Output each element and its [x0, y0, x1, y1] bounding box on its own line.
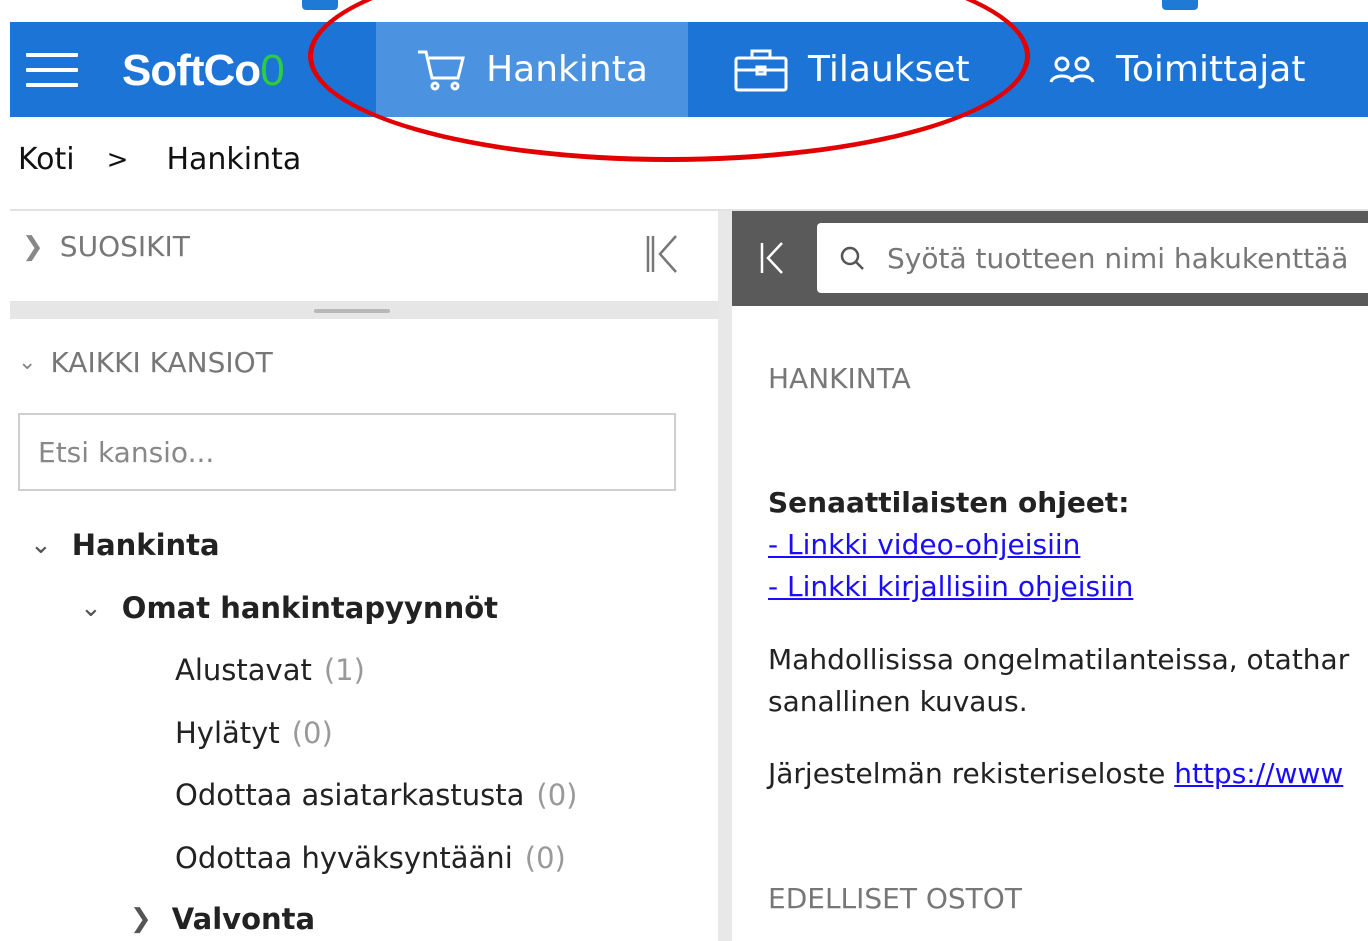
panel-splitter[interactable] — [718, 211, 732, 941]
tree-item-label: Omat hankintapyynnöt — [121, 591, 499, 625]
tree-item-odottaa-asiatarkastusta[interactable]: Odottaa asiatarkastusta (0) — [175, 778, 578, 812]
product-search-placeholder: Syötä tuotteen nimi hakukenttää — [887, 241, 1349, 275]
tree-item-label: Valvonta — [171, 902, 316, 936]
tree-item-count: (1) — [323, 653, 365, 687]
all-folders-header[interactable]: ⌄ KAIKKI KANSIOT — [18, 346, 273, 379]
instructions-heading: Senaattilaisten ohjeet: — [768, 486, 1130, 519]
briefcase-icon — [734, 49, 788, 91]
brand-logo[interactable]: SoftCo0 — [122, 46, 285, 96]
tree-item-hankinta[interactable]: ⌄ Hankinta — [30, 528, 220, 562]
link-written-instructions[interactable]: - Linkki kirjallisiin ohjeisiin — [768, 570, 1133, 603]
folder-search-placeholder: Etsi kansio... — [38, 435, 215, 469]
problem-text-line2: sanallinen kuvaus. — [768, 685, 1028, 718]
collapse-sidebar-icon[interactable] — [644, 234, 680, 274]
register-statement: Järjestelmän rekisteriseloste https://ww… — [768, 757, 1343, 790]
expand-sidebar-icon[interactable] — [758, 241, 786, 283]
tab-hankinta[interactable]: Hankinta — [376, 22, 688, 117]
register-link[interactable]: https://www — [1174, 757, 1343, 790]
chevron-down-icon: ⌄ — [80, 593, 102, 623]
brand-logo-text: SoftCo — [122, 46, 261, 95]
tab-toimittajat[interactable]: Toimittajat — [1048, 22, 1305, 117]
tab-hankinta-label: Hankinta — [486, 49, 648, 90]
folder-sidebar — [10, 211, 718, 941]
chevron-down-icon: ⌄ — [30, 530, 52, 560]
chevron-right-icon: ❯ — [130, 904, 152, 934]
section-divider[interactable] — [10, 301, 718, 319]
tree-item-hylatyt[interactable]: Hylätyt (0) — [175, 716, 333, 750]
breadcrumb-separator: > — [106, 144, 129, 175]
product-search-input[interactable]: Syötä tuotteen nimi hakukenttää — [817, 223, 1368, 293]
tree-item-label: Odottaa hyväksyntääni — [175, 841, 513, 875]
tree-item-count: (0) — [536, 778, 578, 812]
resize-grip-icon[interactable] — [314, 309, 390, 313]
strip-marker — [1162, 0, 1198, 10]
tree-item-label: Alustavat — [175, 653, 312, 687]
tree-item-odottaa-hyvaksyntaani[interactable]: Odottaa hyväksyntääni (0) — [175, 841, 566, 875]
breadcrumb-current: Hankinta — [166, 142, 302, 177]
tree-item-valvonta[interactable]: ❯ Valvonta — [130, 902, 315, 936]
register-text: Järjestelmän rekisteriseloste — [768, 757, 1175, 790]
section-title-previous-purchases: EDELLISET OSTOT — [768, 882, 1022, 915]
tab-tilaukset-label: Tilaukset — [808, 49, 970, 90]
search-icon — [840, 246, 864, 270]
all-folders-label: KAIKKI KANSIOT — [50, 346, 273, 379]
tree-item-label: Hankinta — [71, 528, 220, 562]
section-title-hankinta: HANKINTA — [768, 362, 911, 395]
top-navbar: SoftCo0 Hankinta Tilaukset Toimittajat — [10, 22, 1368, 117]
hamburger-menu-icon[interactable] — [26, 53, 78, 93]
tree-item-omat-hankintapyynnot[interactable]: ⌄ Omat hankintapyynnöt — [80, 591, 498, 625]
tree-item-count: (0) — [524, 841, 566, 875]
tree-item-label: Odottaa asiatarkastusta — [175, 778, 525, 812]
link-video-text[interactable]: - Linkki video-ohjeisiin — [768, 528, 1080, 561]
tab-tilaukset[interactable]: Tilaukset — [734, 22, 970, 117]
breadcrumb: Koti > Hankinta — [18, 142, 301, 177]
link-written-text[interactable]: - Linkki kirjallisiin ohjeisiin — [768, 570, 1133, 603]
folder-search-input[interactable]: Etsi kansio... — [18, 413, 676, 491]
users-icon — [1049, 56, 1095, 83]
problem-text-line1: Mahdollisissa ongelmatilanteissa, otatha… — [768, 643, 1350, 676]
tab-toimittajat-label: Toimittajat — [1116, 49, 1306, 90]
chevron-right-icon: ❯ — [22, 231, 44, 262]
tree-item-alustavat[interactable]: Alustavat (1) — [175, 653, 365, 687]
chevron-down-icon: ⌄ — [18, 350, 37, 375]
tree-item-label: Hylätyt — [175, 716, 280, 750]
favorites-header[interactable]: ❯ SUOSIKIT — [22, 230, 190, 263]
cart-icon — [418, 50, 466, 90]
favorites-label: SUOSIKIT — [59, 230, 190, 263]
breadcrumb-home[interactable]: Koti — [18, 142, 75, 177]
brand-logo-accent: 0 — [260, 46, 285, 95]
strip-marker — [302, 0, 338, 10]
tree-item-count: (0) — [291, 716, 333, 750]
browser-top-strip — [0, 0, 1368, 22]
link-video-instructions[interactable]: - Linkki video-ohjeisiin — [768, 528, 1080, 561]
